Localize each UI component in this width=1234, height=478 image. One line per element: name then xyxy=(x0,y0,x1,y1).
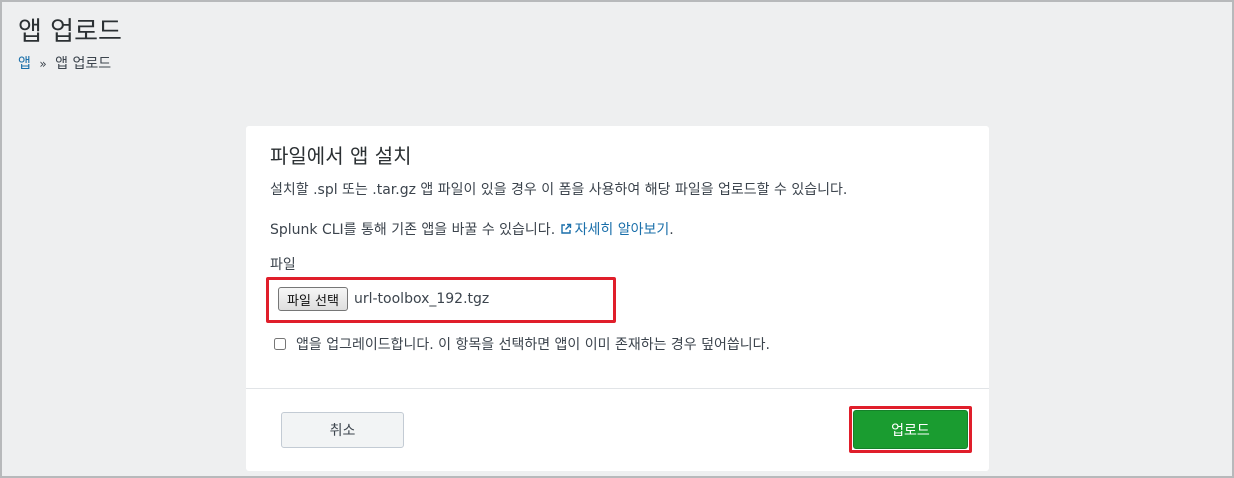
learn-more-link[interactable]: 자세히 알아보기 xyxy=(560,222,670,238)
learn-more-label: 자세히 알아보기 xyxy=(574,222,670,238)
help-text-cli: Splunk CLI를 통해 기존 앱을 바꿀 수 있습니다. 자세히 알아보기… xyxy=(270,220,674,240)
upgrade-option[interactable]: 앱을 업그레이드합니다. 이 항목을 선택하면 앱이 이미 존재하는 경우 덮어… xyxy=(274,334,770,354)
file-field-label: 파일 xyxy=(270,257,296,273)
upload-button[interactable]: 업로드 xyxy=(853,410,968,449)
page-title: 앱 업로드 xyxy=(18,17,122,47)
upgrade-checkbox[interactable] xyxy=(274,338,286,350)
cancel-button[interactable]: 취소 xyxy=(281,412,404,448)
card-title: 파일에서 앱 설치 xyxy=(270,144,412,168)
learn-more-suffix: . xyxy=(669,222,674,238)
file-input-highlight xyxy=(266,277,616,323)
help-text-cli-label: Splunk CLI를 통해 기존 앱을 바꿀 수 있습니다. xyxy=(270,222,556,238)
breadcrumb-apps-link[interactable]: 앱 xyxy=(18,56,31,72)
footer-divider xyxy=(246,388,989,389)
breadcrumb-separator: » xyxy=(39,57,47,71)
breadcrumb: 앱 » 앱 업로드 xyxy=(18,54,111,74)
upgrade-label: 앱을 업그레이드합니다. 이 항목을 선택하면 앱이 이미 존재하는 경우 덮어… xyxy=(296,337,770,353)
app-window: 앱 업로드 앱 » 앱 업로드 파일에서 앱 설치 설치할 .spl 또는 .t… xyxy=(0,0,1234,478)
external-link-icon xyxy=(560,223,571,234)
breadcrumb-current: 앱 업로드 xyxy=(55,56,112,72)
help-text-upload: 설치할 .spl 또는 .tar.gz 앱 파일이 있을 경우 이 폼을 사용하… xyxy=(270,182,848,198)
